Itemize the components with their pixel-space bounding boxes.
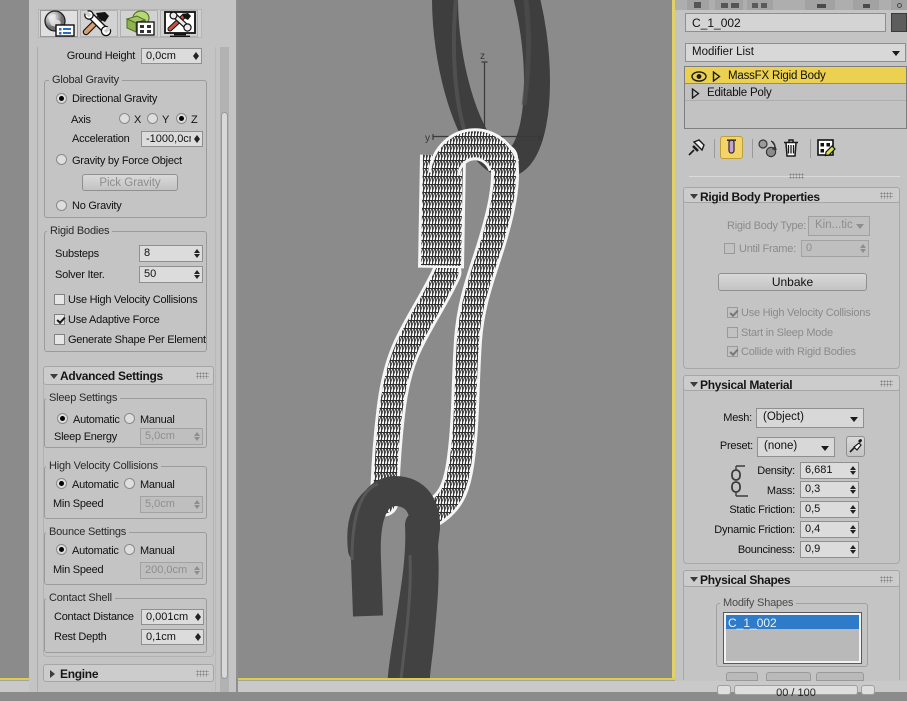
svg-text:z: z — [480, 51, 485, 62]
svg-text:x: x — [537, 133, 542, 144]
svg-text:y: y — [425, 133, 430, 144]
